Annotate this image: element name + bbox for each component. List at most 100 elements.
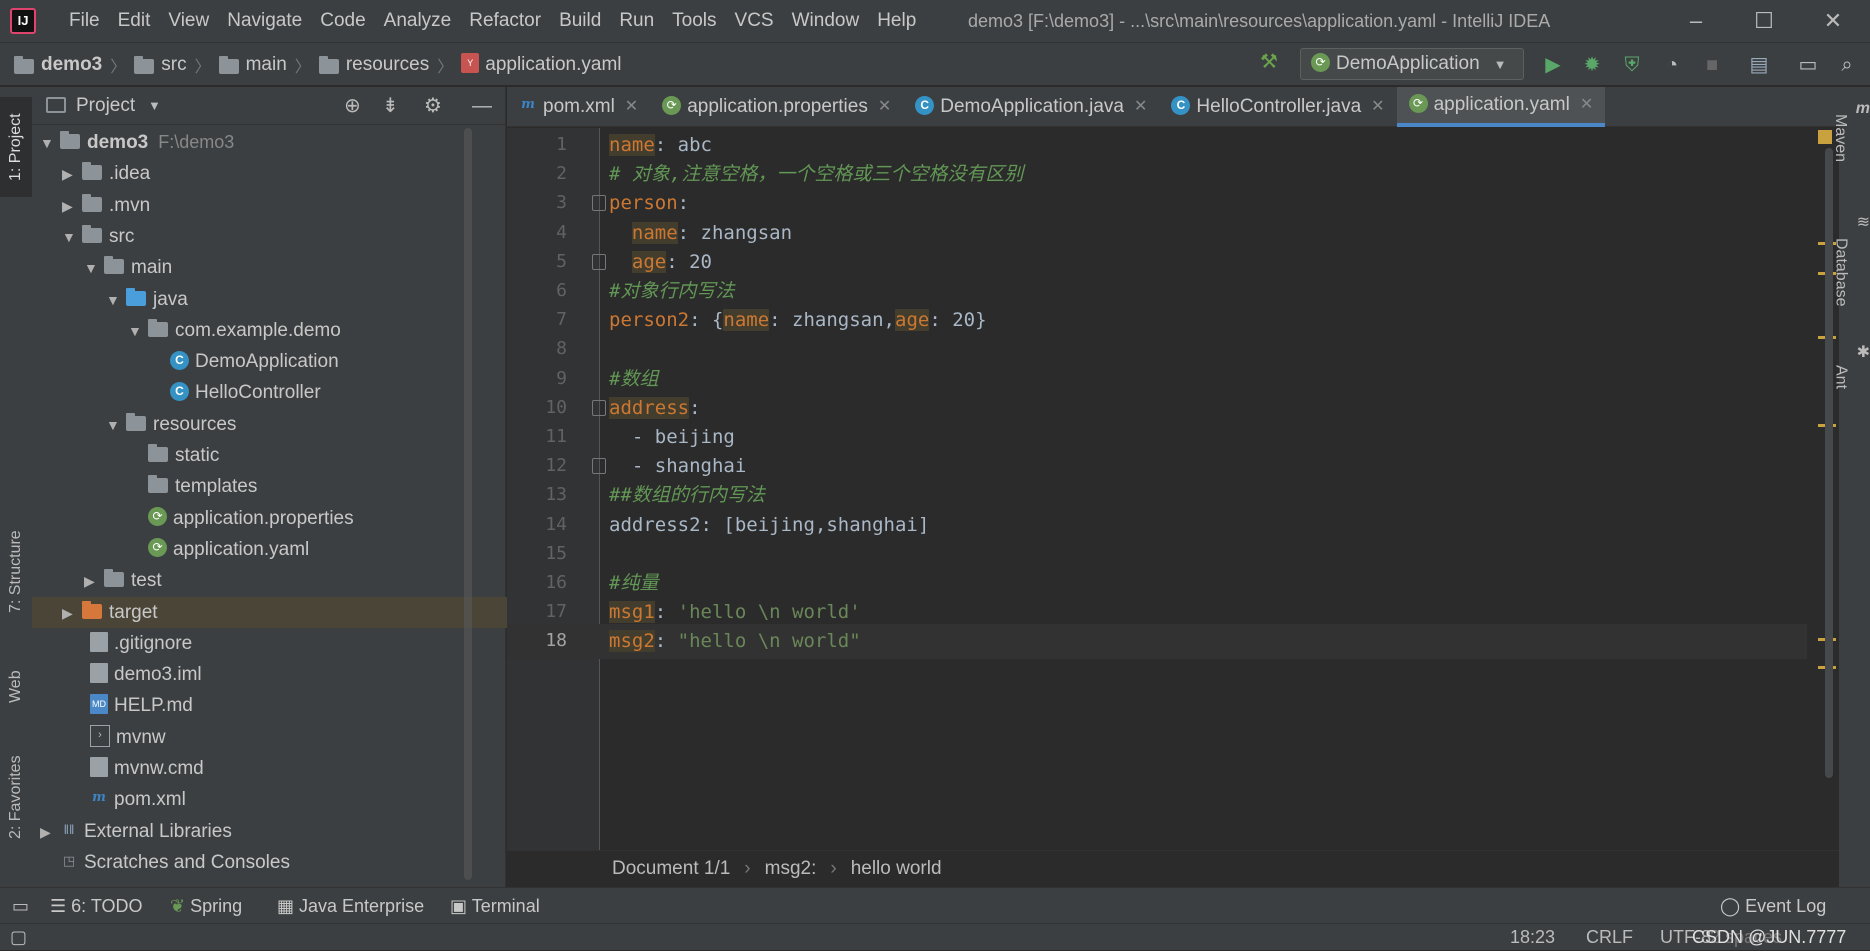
crumb-key[interactable]: msg2: bbox=[765, 858, 817, 880]
tree-item-src[interactable]: ▼ src bbox=[32, 221, 536, 252]
tree-item-target[interactable]: ▶ target bbox=[32, 596, 536, 628]
menu-build[interactable]: Build bbox=[550, 0, 610, 42]
menu-analyze[interactable]: Analyze bbox=[375, 0, 461, 42]
spring-class-icon: C bbox=[915, 95, 935, 115]
tab-ant[interactable]: ✱ Ant bbox=[1833, 337, 1870, 417]
menu-vcs[interactable]: VCS bbox=[726, 0, 783, 42]
menu-file[interactable]: File bbox=[60, 0, 109, 42]
close-icon[interactable]: ✕ bbox=[1371, 87, 1384, 127]
tab-pom-xml[interactable]: m pom.xml ✕ bbox=[507, 87, 650, 127]
menu-run[interactable]: Run bbox=[610, 0, 663, 42]
tree-item-label: com.example.demo bbox=[175, 319, 341, 341]
tree-item-help-md[interactable]: MD HELP.md bbox=[32, 690, 564, 721]
tab-terminal[interactable]: ▣ Terminal bbox=[450, 888, 540, 924]
chevron-down-icon[interactable]: ▼ bbox=[148, 87, 161, 125]
tree-item-pom-xml[interactable]: m pom.xml bbox=[32, 784, 564, 815]
minimize-button[interactable]: – bbox=[1665, 0, 1727, 42]
menu-help[interactable]: Help bbox=[868, 0, 925, 42]
tree-item-demo3-iml[interactable]: demo3.iml bbox=[32, 659, 564, 690]
menu-edit[interactable]: Edit bbox=[109, 0, 160, 42]
tab-spring[interactable]: ❦ Spring bbox=[170, 888, 242, 924]
tab-database[interactable]: ≋ Database bbox=[1833, 207, 1870, 337]
fold-marker-icon[interactable] bbox=[592, 399, 606, 416]
profile-icon[interactable]: ◔ bbox=[1659, 52, 1685, 78]
tab-structure[interactable]: 7: Structure bbox=[0, 517, 32, 627]
crumb-document[interactable]: Document 1/1 bbox=[612, 858, 730, 880]
breadcrumb-demo3[interactable]: demo3 bbox=[14, 54, 102, 76]
collapse-all-icon[interactable]: ⇟ bbox=[382, 87, 399, 125]
tab-hellocontroller-java[interactable]: C HelloController.java ✕ bbox=[1159, 87, 1396, 127]
stop-icon[interactable]: ■ bbox=[1699, 52, 1725, 78]
run-configuration-dropdown[interactable]: ⟳ DemoApplication ▼ bbox=[1300, 48, 1524, 80]
build-hammer-icon[interactable]: ⚒ bbox=[1256, 49, 1282, 75]
menu-refactor[interactable]: Refactor bbox=[460, 0, 550, 42]
fold-marker-icon[interactable] bbox=[592, 195, 606, 212]
close-icon[interactable]: ✕ bbox=[1580, 85, 1593, 125]
tree-item-scratches[interactable]: ◳ Scratches and Consoles bbox=[32, 847, 534, 878]
tab-web[interactable]: Web bbox=[0, 657, 32, 717]
tree-item-idea[interactable]: ▶ .idea bbox=[32, 158, 536, 189]
spring-config-icon: ⟳ bbox=[148, 538, 167, 558]
menu-code[interactable]: Code bbox=[311, 0, 374, 42]
tree-item-external-libraries[interactable]: ▶ ‖‖ External Libraries bbox=[32, 816, 514, 847]
yaml-value: : zhangsan bbox=[677, 221, 793, 244]
menu-navigate[interactable]: Navigate bbox=[218, 0, 311, 42]
breadcrumb-resources[interactable]: resources bbox=[318, 54, 429, 76]
fold-marker-icon[interactable] bbox=[592, 253, 606, 270]
project-panel: Project ▼ ⊕ ⇟ ⚙ — ▼ demo3 F:\demo3 ▶ .idea … bbox=[32, 87, 536, 887]
close-icon[interactable]: ✕ bbox=[878, 87, 891, 127]
tab-event-log[interactable]: ◯ Event Log bbox=[1720, 888, 1826, 924]
scratches-icon: ◳ bbox=[62, 852, 76, 868]
debug-icon[interactable]: ✹ bbox=[1579, 52, 1605, 78]
gear-icon[interactable]: ⚙ bbox=[424, 87, 442, 125]
tab-application-properties[interactable]: ⟳ application.properties ✕ bbox=[650, 87, 903, 127]
tab-maven[interactable]: m Maven bbox=[1832, 93, 1870, 183]
tree-item-main[interactable]: ▼ main bbox=[32, 252, 558, 283]
menu-tools[interactable]: Tools bbox=[663, 0, 725, 42]
tree-item-gitignore[interactable]: .gitignore bbox=[32, 628, 564, 659]
run-icon[interactable]: ▶ bbox=[1540, 52, 1566, 78]
menu-window[interactable]: Window bbox=[783, 0, 869, 42]
code-editor[interactable]: 1 name: abc 2 # 对象,注意空格，一个空格或三个空格没有区别 3 per… bbox=[507, 128, 1839, 850]
close-icon[interactable]: ✕ bbox=[625, 87, 638, 127]
close-icon[interactable]: ✕ bbox=[1134, 87, 1147, 127]
tab-demoapplication-java[interactable]: C DemoApplication.java ✕ bbox=[903, 87, 1159, 127]
tree-item-java[interactable]: ▼ java bbox=[32, 284, 580, 315]
project-view-selector[interactable]: Project bbox=[76, 87, 135, 125]
toggle-tool-windows-icon[interactable]: ▭ bbox=[12, 888, 29, 924]
tool-label: Spring bbox=[190, 896, 243, 916]
line-separator[interactable]: CRLF bbox=[1586, 924, 1633, 951]
tree-item-mvn[interactable]: ▶ .mvn bbox=[32, 190, 536, 221]
title-bar: IJ File Edit View Navigate Code Analyze … bbox=[0, 0, 1870, 42]
tab-favorites[interactable]: 2: Favorites bbox=[0, 747, 32, 847]
maximize-button[interactable]: ☐ bbox=[1733, 0, 1795, 42]
breadcrumb-main[interactable]: main bbox=[218, 54, 287, 76]
menu-view[interactable]: View bbox=[159, 0, 218, 42]
tab-todo[interactable]: ☰ 6: TODO bbox=[50, 888, 143, 924]
coverage-icon[interactable]: ⛨ bbox=[1619, 52, 1645, 78]
tab-java-enterprise[interactable]: ▦ Java Enterprise bbox=[277, 888, 424, 924]
presentation-icon[interactable]: ▭ bbox=[1795, 52, 1821, 78]
search-icon[interactable]: ⌕ bbox=[1834, 52, 1860, 78]
tab-application-yaml[interactable]: ⟳ application.yaml ✕ bbox=[1396, 85, 1606, 127]
status-icon[interactable]: ▢ bbox=[10, 924, 27, 951]
libraries-icon: ‖‖ bbox=[63, 821, 75, 837]
breadcrumb-file[interactable]: Yapplication.yaml bbox=[461, 53, 622, 76]
folder-icon bbox=[104, 569, 124, 588]
locate-file-icon[interactable]: ⊕ bbox=[344, 87, 361, 125]
breadcrumb-separator: 〉 bbox=[294, 59, 311, 76]
close-button[interactable]: ✕ bbox=[1802, 0, 1864, 42]
tree-item-mvnw[interactable]: › mvnw bbox=[32, 722, 564, 753]
tab-project[interactable]: 1: Project bbox=[0, 97, 32, 197]
fold-marker-icon[interactable] bbox=[592, 458, 606, 475]
tree-item-mvnw-cmd[interactable]: mvnw.cmd bbox=[32, 753, 564, 784]
tree-scrollbar[interactable] bbox=[464, 128, 472, 880]
caret-position[interactable]: 18:23 bbox=[1510, 924, 1555, 951]
hide-panel-icon[interactable]: — bbox=[472, 87, 492, 125]
tree-item-test[interactable]: ▶ test bbox=[32, 565, 558, 596]
tree-item-resources[interactable]: ▼ resources bbox=[32, 409, 580, 440]
crumb-value[interactable]: hello world bbox=[851, 858, 942, 880]
tree-item-demo3[interactable]: ▼ demo3 F:\demo3 bbox=[32, 127, 514, 158]
project-structure-icon[interactable]: ▤ bbox=[1746, 52, 1772, 78]
breadcrumb-src[interactable]: src bbox=[134, 54, 187, 76]
